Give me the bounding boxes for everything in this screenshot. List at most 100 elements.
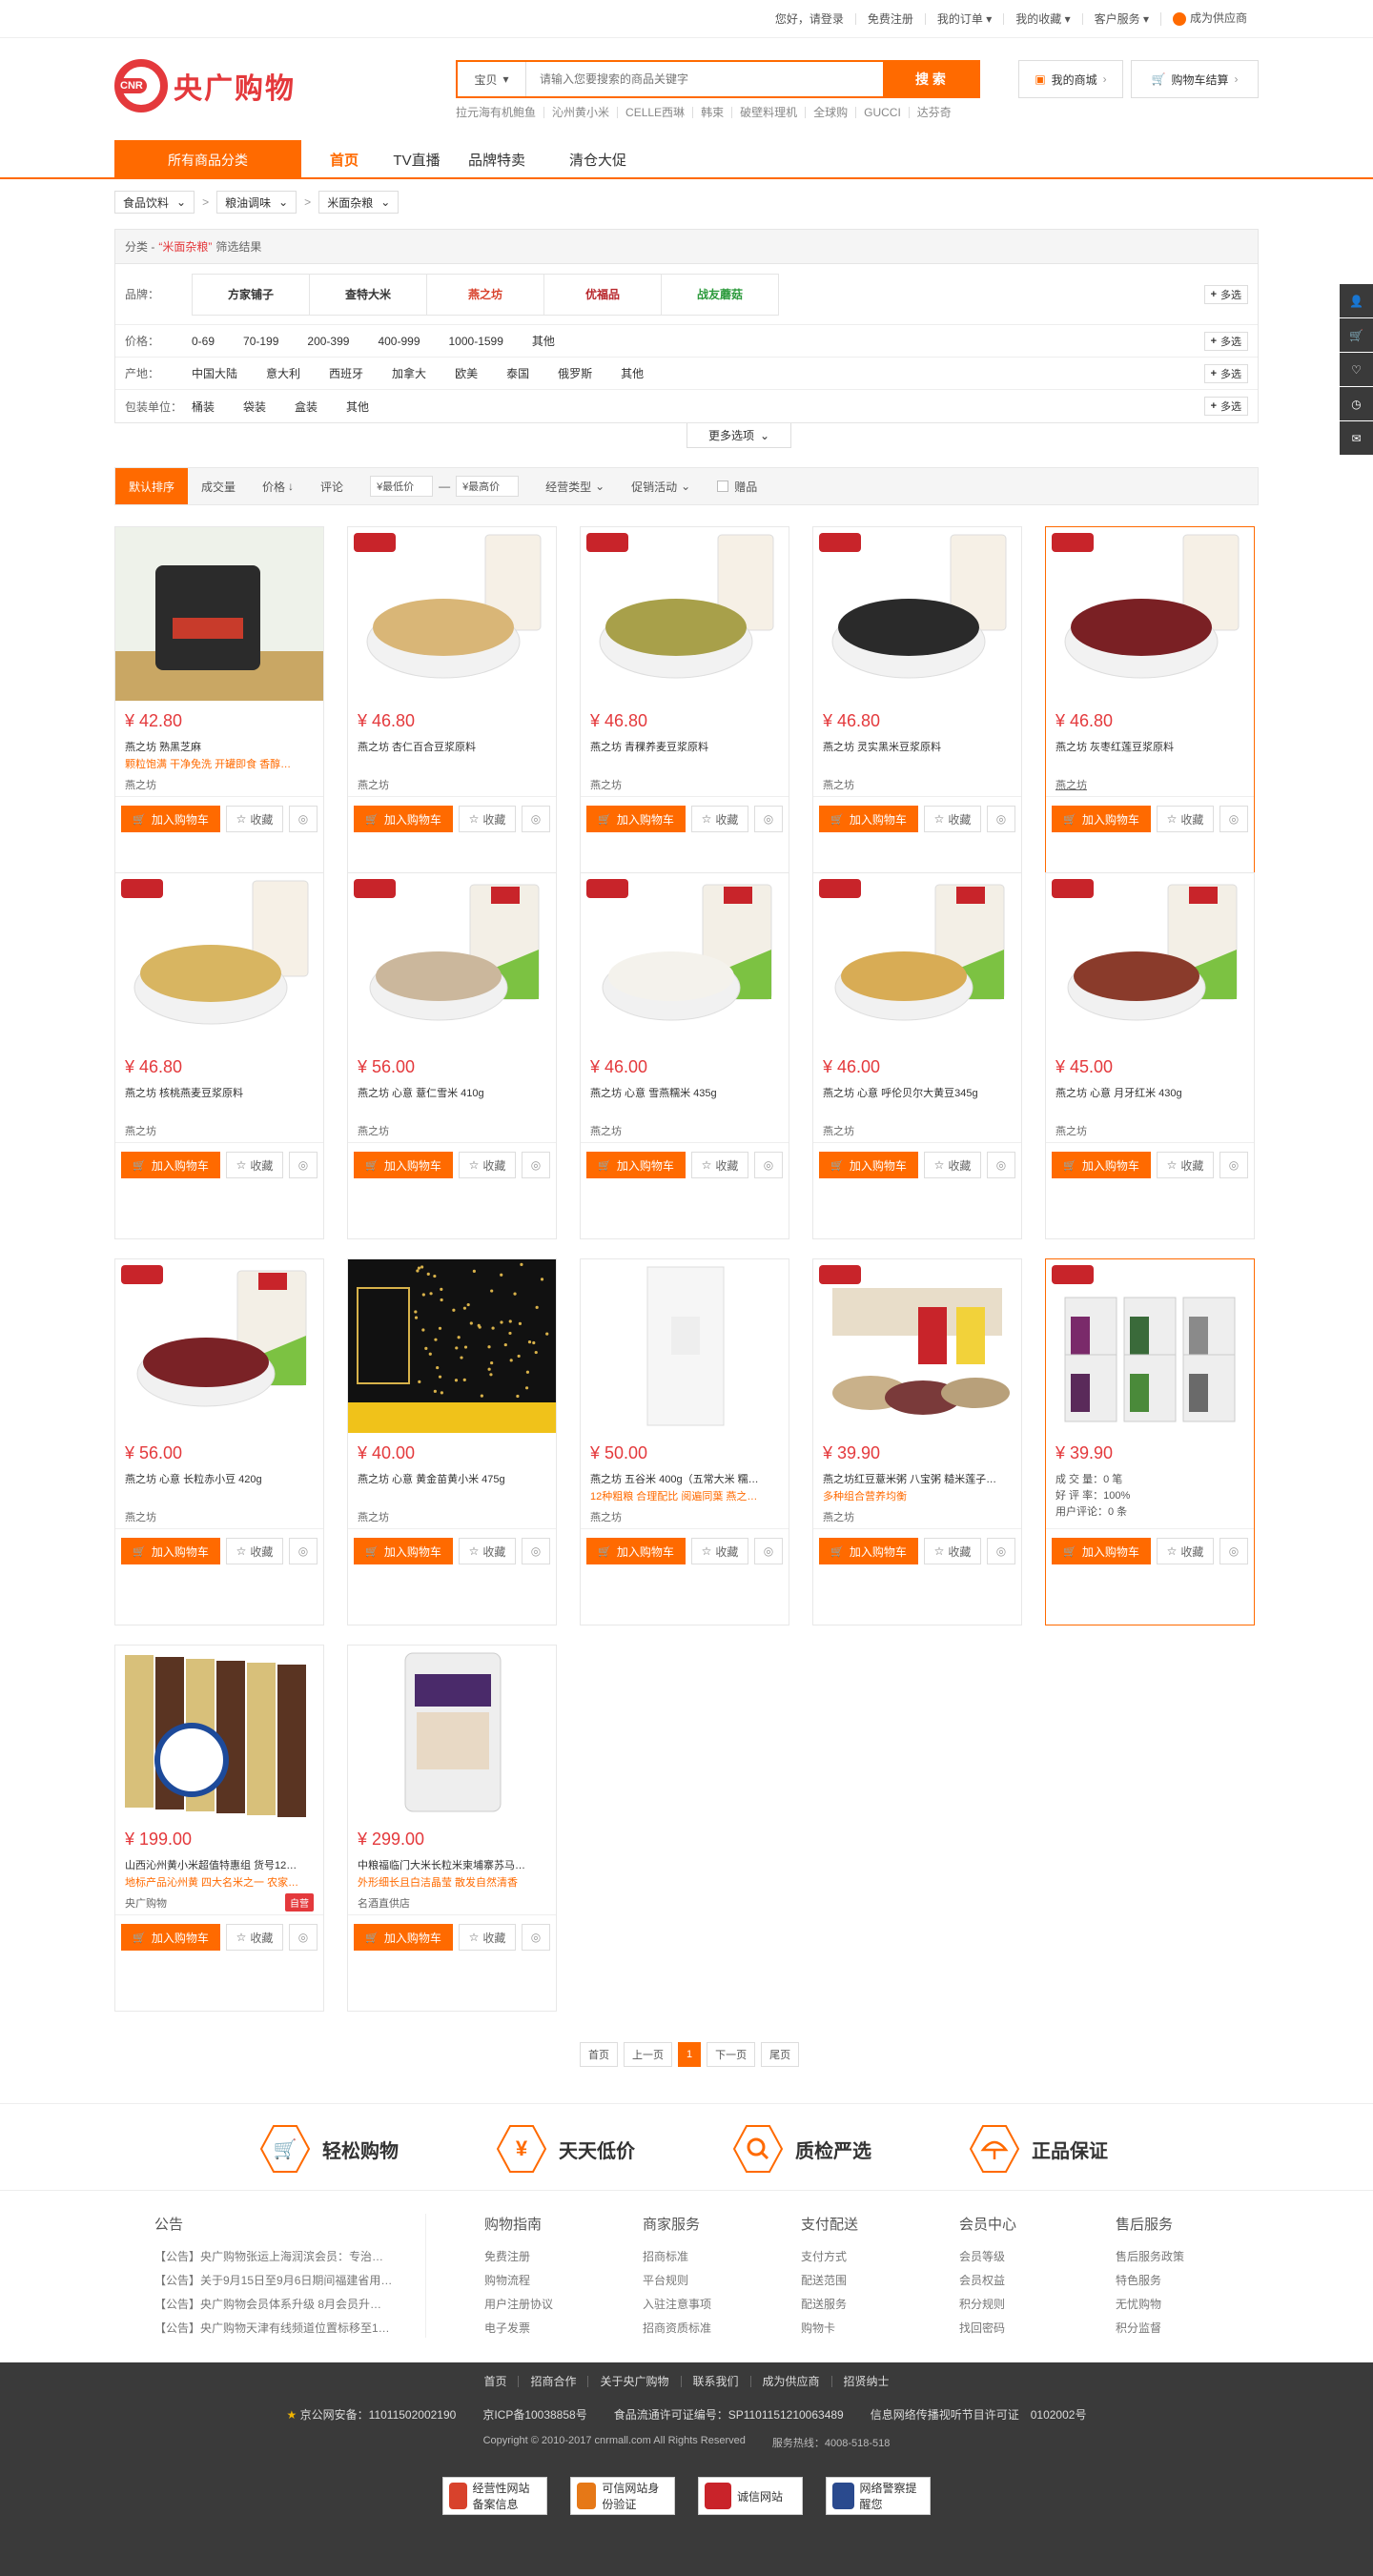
product-image-wrap[interactable] [115,1646,323,1819]
min-price-input[interactable]: ¥最低价 [370,476,433,497]
add-to-cart-button[interactable]: 🛒 加入购物车 [819,1152,918,1178]
cart-icon[interactable]: 🛒 [1340,318,1373,352]
origin-option[interactable]: 俄罗斯 [558,365,592,381]
multi-select-button[interactable]: + 多选 [1204,397,1248,416]
compare-button[interactable]: ◎ [754,1152,783,1178]
nav-brand-sale[interactable]: 品牌特卖 [454,140,540,179]
add-to-cart-button[interactable]: 🛒 加入购物车 [354,806,453,832]
footer-nav-link[interactable]: 招贤纳士 [831,2376,901,2387]
product-name[interactable]: 燕之坊 灰枣红莲豆浆原料 [1055,739,1246,754]
product-card[interactable]: ¥ 46.00 燕之坊 心意 呼伦贝尔大黄豆345g 燕之坊 🛒 加入购物车 ☆ 收藏 ◎ [812,872,1022,1239]
favorite-button[interactable]: ☆ 收藏 [691,806,748,832]
product-name[interactable]: 中粮福临门大米长粒米柬埔寨苏马… [358,1857,548,1872]
promo-dropdown[interactable]: 促销活动 ⌄ [618,468,704,504]
product-image-wrap[interactable] [581,873,789,1047]
product-image-wrap[interactable] [348,527,556,701]
footer-link[interactable]: 特色服务 [1116,2269,1184,2293]
shop-name[interactable]: 燕之坊 [125,1123,156,1138]
product-card[interactable]: ¥ 42.80 燕之坊 熟黑芝麻 颗粒饱满 干净免洗 开罐即食 香醇… 燕之坊 🛒 加入购… [114,526,324,893]
product-name[interactable]: 燕之坊红豆薏米粥 八宝粥 糙米莲子… [823,1471,1014,1486]
favorite-button[interactable]: ☆ 收藏 [1157,1152,1214,1178]
compare-button[interactable]: ◎ [289,806,318,832]
brand-logo[interactable]: 查特大米 [309,274,427,316]
pack-option[interactable]: 袋装 [243,399,266,415]
favorite-button[interactable]: ☆ 收藏 [459,1924,516,1951]
price-option[interactable]: 0-69 [192,335,215,348]
product-image-wrap[interactable] [1046,527,1254,701]
product-image-wrap[interactable] [581,1259,789,1433]
breadcrumb-level-1[interactable]: 食品饮料 ⌄ [114,191,195,214]
multi-select-button[interactable]: + 多选 [1204,285,1248,304]
checkbox-icon[interactable] [717,480,728,492]
shop-name[interactable]: 央广购物 [125,1895,167,1911]
compare-button[interactable]: ◎ [1219,1152,1248,1178]
footer-link[interactable]: 配送服务 [801,2293,858,2317]
price-option[interactable]: 1000-1599 [449,335,503,348]
product-image-wrap[interactable] [1046,873,1254,1047]
footer-link[interactable]: 会员等级 [959,2245,1016,2269]
shop-name[interactable]: 燕之坊 [1055,777,1087,792]
compare-button[interactable]: ◎ [522,806,550,832]
sort-reviews[interactable]: 评论 [307,468,357,504]
compare-button[interactable]: ◎ [754,806,783,832]
notice-item[interactable]: 【公告】关于9月15日至9月6日期间福建省用… [154,2269,392,2293]
brand-logo[interactable]: 优福品 [543,274,662,316]
shop-name[interactable]: 燕之坊 [125,1509,156,1524]
footer-link[interactable]: 免费注册 [484,2245,553,2269]
page-next[interactable]: 下一页 [707,2042,755,2067]
product-name[interactable]: 燕之坊 心意 黄金苗黄小米 475g [358,1471,548,1486]
product-name[interactable]: 燕之坊 心意 长粒赤小豆 420g [125,1471,316,1486]
sort-price[interactable]: 价格 ↓ [249,468,307,504]
page-last[interactable]: 尾页 [761,2042,799,2067]
add-to-cart-button[interactable]: 🛒 加入购物车 [586,1152,686,1178]
product-card[interactable]: ¥ 56.00 燕之坊 心意 薏仁雪米 410g 燕之坊 🛒 加入购物车 ☆ 收藏 ◎ [347,872,557,1239]
footer-nav-link[interactable]: 成为供应商 [750,2376,831,2387]
product-card[interactable]: ¥ 39.90 燕之坊红豆薏米粥 八宝粥 糙米莲子… 多种组合营养均衡 燕之坊 🛒 加入购… [812,1258,1022,1625]
page-prev[interactable]: 上一页 [624,2042,672,2067]
chat-icon[interactable]: ✉ [1340,421,1373,455]
my-mall-button[interactable]: ▣ 我的商城 › [1018,60,1123,98]
brand-logo[interactable]: 燕之坊 [426,274,544,316]
product-card[interactable]: ¥ 50.00 燕之坊 五谷米 400g（五常大米 糯… 12种粗粮 合理配比 阅遍… [580,1258,789,1625]
product-name[interactable]: 燕之坊 五谷米 400g（五常大米 糯… [590,1471,781,1486]
origin-option[interactable]: 中国大陆 [192,365,237,381]
multi-select-button[interactable]: + 多选 [1204,332,1248,351]
cart-button[interactable]: 🛒 购物车结算 › [1131,60,1259,98]
compare-button[interactable]: ◎ [289,1152,318,1178]
product-card[interactable]: ¥ 299.00 中粮福临门大米长粒米柬埔寨苏马… 外形细长且白洁晶莹 散发自然清香… [347,1645,557,2012]
product-image-wrap[interactable] [1046,1259,1254,1433]
product-image-wrap[interactable] [348,873,556,1047]
product-image-wrap[interactable] [115,527,323,701]
hot-keyword[interactable]: 韩束 [692,107,731,118]
footer-link[interactable]: 电子发票 [484,2317,553,2341]
product-image-wrap[interactable] [348,1646,556,1819]
footer-link[interactable]: 积分规则 [959,2293,1016,2317]
hot-keyword[interactable]: 破壁料理机 [731,107,805,118]
notice-item[interactable]: 【公告】央广购物张运上海润滨会员：专治… [154,2245,392,2269]
all-categories-button[interactable]: 所有商品分类 [114,140,301,179]
badge-business-record[interactable]: 经营性网站备案信息 [442,2477,547,2515]
footer-link[interactable]: 招商标准 [643,2245,711,2269]
my-favorites-link[interactable]: 我的收藏 ▾ [1003,13,1081,25]
compare-button[interactable]: ◎ [987,806,1015,832]
add-to-cart-button[interactable]: 🛒 加入购物车 [819,1538,918,1564]
breadcrumb-level-3[interactable]: 米面杂粮 ⌄ [318,191,399,214]
favorite-button[interactable]: ☆ 收藏 [226,1924,283,1951]
product-card[interactable]: ¥ 199.00 山西沁州黄小米超值特惠组 货号12… 地标产品沁州黄 四大名米之一… [114,1645,324,2012]
favorite-button[interactable]: ☆ 收藏 [924,1152,981,1178]
origin-option[interactable]: 西班牙 [329,365,363,381]
footer-link[interactable]: 平台规则 [643,2269,711,2293]
product-card[interactable]: ¥ 46.80 燕之坊 青稞养麦豆浆原料 燕之坊 🛒 加入购物车 ☆ 收藏 ◎ [580,526,789,893]
compare-button[interactable]: ◎ [289,1538,318,1564]
add-to-cart-button[interactable]: 🛒 加入购物车 [354,1538,453,1564]
add-to-cart-button[interactable]: 🛒 加入购物车 [354,1924,453,1951]
origin-option[interactable]: 泰国 [506,365,529,381]
page-first[interactable]: 首页 [580,2042,618,2067]
favorite-button[interactable]: ☆ 收藏 [1157,806,1214,832]
origin-option[interactable]: 其他 [621,365,644,381]
product-image-wrap[interactable] [813,527,1021,701]
search-button[interactable]: 搜 索 [883,62,978,96]
product-card[interactable]: ¥ 56.00 燕之坊 心意 长粒赤小豆 420g 燕之坊 🛒 加入购物车 ☆ 收藏 ◎ [114,1258,324,1625]
footer-link[interactable]: 会员权益 [959,2269,1016,2293]
add-to-cart-button[interactable]: 🛒 加入购物车 [586,806,686,832]
